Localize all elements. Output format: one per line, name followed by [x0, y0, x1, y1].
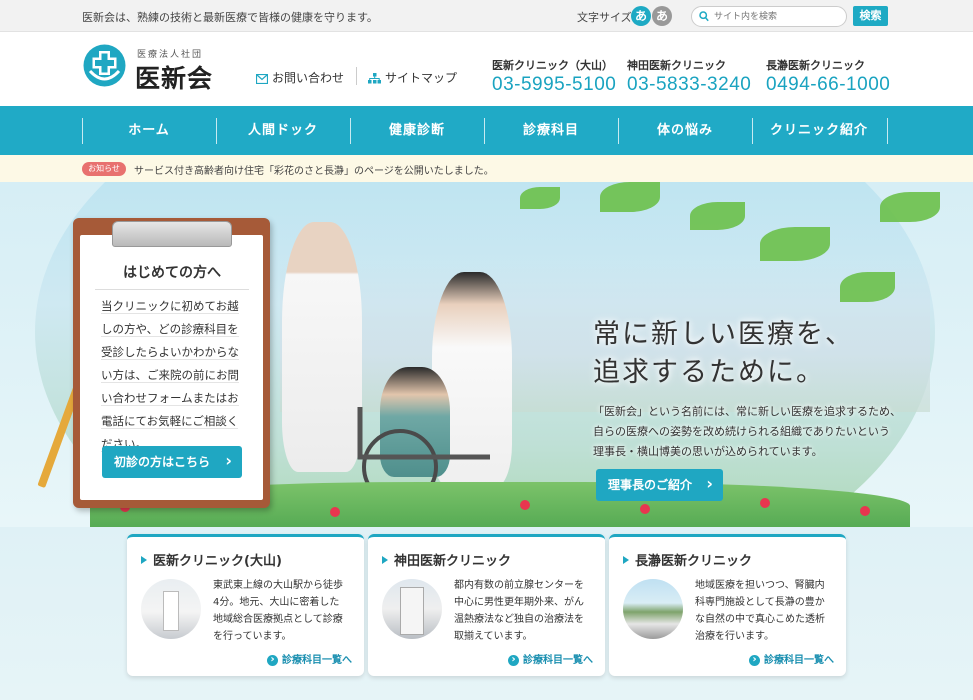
font-size-large-button[interactable]: あ: [652, 6, 672, 26]
clinic-phone-kanda[interactable]: 神田医新クリニック 03-5833-3240: [627, 57, 751, 96]
notice-badge: お知らせ: [82, 162, 126, 176]
clinic-card-kanda[interactable]: 神田医新クリニック 都内有数の前立腺センターを 中心に男性更年期外来、がん 温熱…: [368, 534, 605, 676]
nav-item-home[interactable]: ホーム: [82, 106, 216, 155]
nav-item-clinics[interactable]: クリニック紹介: [752, 106, 886, 155]
font-size-small-button[interactable]: あ: [631, 6, 651, 26]
clinic-phone-nagatoro[interactable]: 長瀞医新クリニック 0494-66-1000: [766, 57, 890, 96]
clinic-name: 長瀞医新クリニック: [766, 59, 865, 72]
clinic-photo: [141, 579, 201, 639]
card-text-line: 取揃えています。: [454, 631, 533, 642]
leaf-decoration: [880, 192, 940, 222]
card-description: 地域医療を担いつつ、腎臓内 科専門施設として長瀞の豊か な自然の中で真心こめた透…: [695, 577, 837, 645]
sitemap-icon: [368, 73, 381, 84]
header-divider: [356, 67, 357, 85]
clinic-phone-number[interactable]: 0494-66-1000: [766, 74, 890, 96]
intro-body: 当クリニックに初めてお越 しの方や、どの診療科目を 受診したらよいかわからな い…: [101, 295, 247, 456]
nav-item-departments[interactable]: 診療科目: [484, 106, 618, 155]
card-title[interactable]: 神田医新クリニック: [382, 550, 511, 569]
leaf-decoration: [600, 182, 660, 212]
flower-decoration: [330, 507, 340, 517]
clinic-phone-oyama[interactable]: 医新クリニック（大山） 03-5995-5100: [492, 57, 616, 96]
chairman-intro-button[interactable]: 理事長のご紹介: [596, 468, 723, 501]
building-shape: [163, 591, 179, 631]
intro-line: 当クリニックに初めてお越: [101, 299, 239, 314]
intro-line: 電話にてお気軽にご相談く: [101, 414, 239, 429]
clinic-card-oyama[interactable]: 医新クリニック(大山) 東武東上線の大山駅から徒歩 4分。地元、大山に密着した …: [127, 534, 364, 676]
card-text-line: 治療を行います。: [695, 631, 774, 642]
leaf-decoration: [690, 202, 745, 230]
nav-item-checkup[interactable]: 健康診断: [350, 106, 484, 155]
flower-decoration: [640, 504, 650, 514]
clinic-photo: [382, 579, 442, 639]
sitemap-link[interactable]: サイトマップ: [368, 69, 457, 86]
hero-title-line: 追求するために。: [593, 357, 825, 388]
clinic-name: 医新クリニック（大山）: [492, 59, 613, 72]
card-text-line: 地域総合医療拠点として診療: [213, 614, 343, 625]
nav-divider: [887, 118, 888, 144]
hero-title: 常に新しい医療を、 追求するために。: [593, 316, 854, 392]
search-icon: [699, 11, 709, 22]
card-text-line: 中心に男性更年期外来、がん: [454, 597, 584, 608]
clinic-phone-number[interactable]: 03-5995-5100: [492, 74, 616, 96]
card-text-line: 4分。地元、大山に密着した: [213, 597, 340, 608]
mail-icon: [255, 73, 269, 85]
clinic-photo: [623, 579, 683, 639]
departments-link[interactable]: 診療科目一覧へ: [749, 651, 834, 666]
contact-link[interactable]: お問い合わせ: [255, 69, 345, 86]
main-nav: ホーム 人間ドック 健康診断 診療科目 体の悩み クリニック紹介: [0, 106, 973, 155]
logo-icon[interactable]: [82, 43, 127, 88]
card-text-line: 東武東上線の大山駅から徒歩: [213, 580, 343, 591]
first-visit-button[interactable]: 初診の方はこちら: [102, 445, 242, 478]
notice-link[interactable]: サービス付き高齢者向け住宅「彩花のさと長瀞」のページを公開いたしました。: [134, 162, 494, 177]
hero-title-line: 常に新しい医療を、: [593, 319, 854, 350]
font-size-label: 文字サイズ: [577, 11, 632, 24]
contact-label: お問い合わせ: [272, 71, 345, 85]
building-shape: [400, 587, 424, 635]
card-description: 都内有数の前立腺センターを 中心に男性更年期外来、がん 温熱療法など独自の治療法…: [454, 577, 596, 645]
search-button[interactable]: 検索: [853, 6, 888, 26]
top-bar: 医新会は、熟練の技術と最新医療で皆様の健康を守ります。 文字サイズ あ あ 検索: [0, 0, 973, 32]
site-tagline: 医新会は、熟練の技術と最新医療で皆様の健康を守ります。: [82, 11, 378, 24]
nav-item-dock[interactable]: 人間ドック: [216, 106, 350, 155]
intro-line: い方は、ご来院の前にお問: [101, 368, 239, 383]
clinic-card-nagatoro[interactable]: 長瀞医新クリニック 地域医療を担いつつ、腎臓内 科専門施設として長瀞の豊か な自…: [609, 534, 846, 676]
card-title[interactable]: 医新クリニック(大山): [141, 550, 282, 569]
departments-link[interactable]: 診療科目一覧へ: [267, 651, 352, 666]
intro-line: い合わせフォームまたはお: [101, 391, 239, 406]
clinic-phone-number[interactable]: 03-5833-3240: [627, 74, 751, 96]
header: 医療法人社団 医新会 お問い合わせ サイトマップ 医新クリニック（大山） 03-…: [0, 33, 973, 106]
card-text-line: 温熱療法など独自の治療法を: [454, 614, 584, 625]
intro-title: はじめての方へ: [95, 262, 249, 290]
clipboard-clip: [112, 221, 232, 247]
hero-text-line: 自らの医療への姿勢を改め続けられる組織でありたいという: [593, 425, 890, 438]
search-box: [691, 6, 847, 27]
nav-item-symptoms[interactable]: 体の悩み: [618, 106, 752, 155]
leaf-decoration: [520, 187, 560, 209]
hero-text-line: 「医新会」という名前には、常に新しい医療を追求するため、: [593, 405, 901, 418]
flower-decoration: [520, 500, 530, 510]
departments-link[interactable]: 診療科目一覧へ: [508, 651, 593, 666]
card-text-line: 地域医療を担いつつ、腎臓内: [695, 580, 825, 591]
card-title[interactable]: 長瀞医新クリニック: [623, 550, 752, 569]
hero-description: 「医新会」という名前には、常に新しい医療を追求するため、 自らの医療への姿勢を改…: [593, 402, 901, 462]
card-text-line: 都内有数の前立腺センターを: [454, 580, 584, 591]
intro-line: 受診したらよいかわからな: [101, 345, 239, 360]
leaf-decoration: [760, 227, 830, 261]
intro-line: しの方や、どの診療科目を: [101, 322, 239, 337]
notice-bar: お知らせ サービス付き高齢者向け住宅「彩花のさと長瀞」のページを公開いたしました…: [0, 155, 973, 182]
leaf-decoration: [840, 272, 895, 302]
flower-decoration: [860, 506, 870, 516]
card-text-line: 科専門施設として長瀞の豊か: [695, 597, 825, 608]
card-description: 東武東上線の大山駅から徒歩 4分。地元、大山に密着した 地域総合医療拠点として診…: [213, 577, 355, 645]
clinic-name: 神田医新クリニック: [627, 59, 726, 72]
flower-decoration: [760, 498, 770, 508]
card-text-line: な自然の中で真心こめた透析: [695, 614, 825, 625]
sitemap-label: サイトマップ: [385, 71, 458, 85]
card-text-line: を行っています。: [213, 631, 292, 642]
logo-title[interactable]: 医新会: [135, 59, 213, 95]
hero-text-line: 理事長・横山博美の思いが込められています。: [593, 445, 823, 458]
search-input[interactable]: [714, 9, 842, 24]
